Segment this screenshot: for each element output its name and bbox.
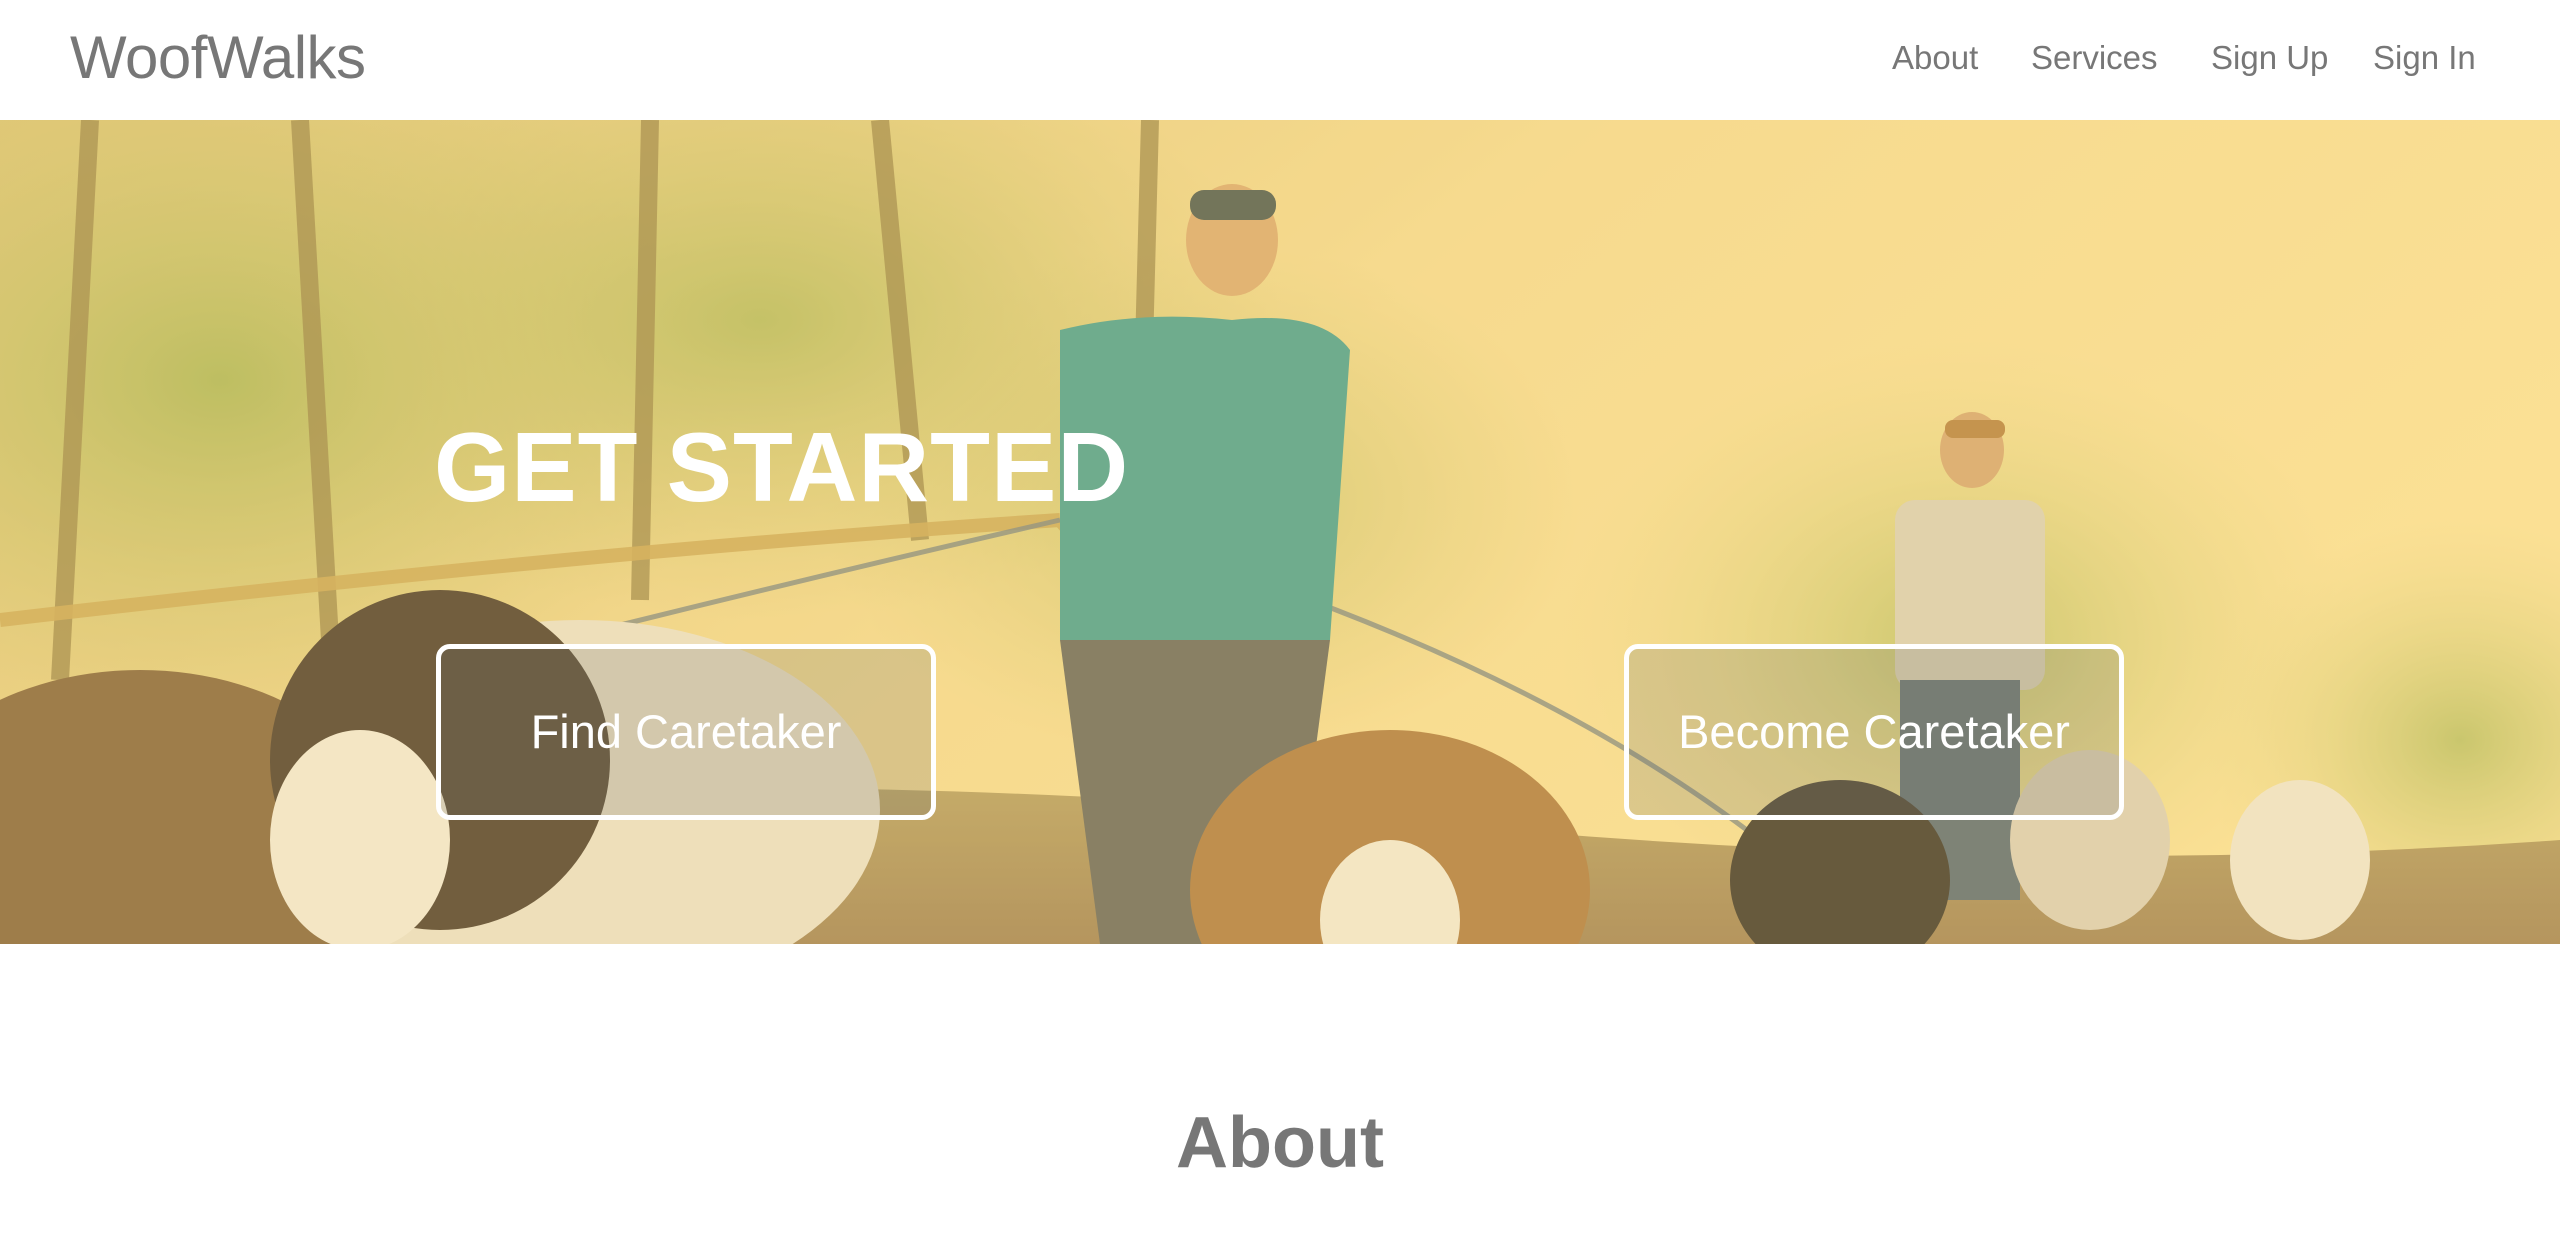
nav-link-services[interactable]: Services bbox=[2031, 38, 2158, 78]
brand-logo-link[interactable]: WoofWalks bbox=[70, 22, 366, 94]
top-navbar: WoofWalks About Services Sign Up Sign In bbox=[0, 0, 2560, 120]
nav-link-about[interactable]: About bbox=[1892, 38, 1978, 78]
about-section-heading: About bbox=[1176, 1103, 1384, 1183]
become-caretaker-button[interactable]: Become Caretaker bbox=[1624, 644, 2124, 820]
nav-link-sign-in[interactable]: Sign In bbox=[2373, 38, 2476, 78]
find-caretaker-button[interactable]: Find Caretaker bbox=[436, 644, 936, 820]
hero-title: GET STARTED bbox=[434, 412, 1130, 522]
nav-link-sign-up[interactable]: Sign Up bbox=[2211, 38, 2328, 78]
hero-section: GET STARTED Find Caretaker Become Careta… bbox=[0, 120, 2560, 944]
hero-color-overlay bbox=[0, 120, 2560, 944]
